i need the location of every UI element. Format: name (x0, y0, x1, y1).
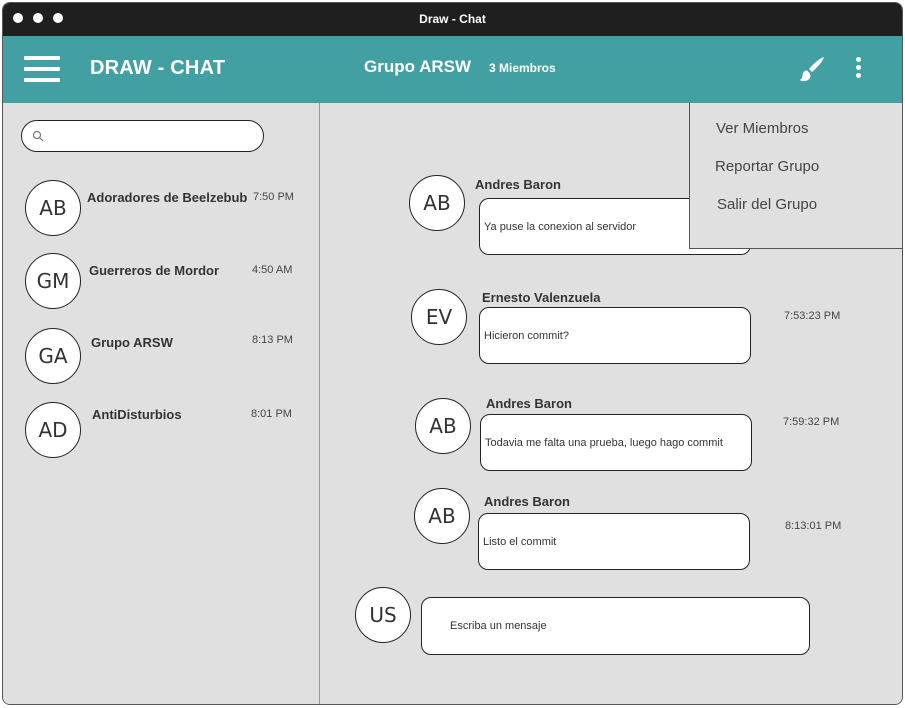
app-title: DRAW - CHAT (90, 57, 226, 79)
message-bubble: Listo el commit (478, 513, 750, 570)
menu-icon[interactable] (24, 56, 60, 82)
group-name[interactable]: Grupo ARSW (364, 57, 471, 77)
message-input[interactable] (450, 616, 790, 636)
message-sender: Andres Baron (475, 177, 561, 192)
message-time: 8:13:01 PM (785, 520, 842, 532)
menu-item-reportar-grupo[interactable]: Reportar Grupo (715, 158, 819, 175)
avatar: GM (25, 253, 81, 309)
conversation-name: Grupo ARSW (91, 335, 173, 350)
app-header: DRAW - CHAT Grupo ARSW 3 Miembros (3, 36, 902, 103)
message-input-box[interactable] (421, 597, 810, 655)
member-count[interactable]: 3 Miembros (489, 61, 556, 75)
menu-item-salir-del-grupo[interactable]: Salir del Grupo (717, 196, 817, 213)
conversation-sidebar: AB Adoradores de Beelzebub 7:50 PM GM Gu… (3, 103, 320, 704)
message-time: 7:53:23 PM (784, 310, 841, 322)
conversation-time: 8:13 PM (252, 334, 293, 346)
message-time: 7:59:32 PM (783, 416, 840, 428)
more-vertical-icon[interactable] (854, 57, 862, 81)
conversation-item[interactable]: AB Adoradores de Beelzebub 7:50 PM (3, 180, 320, 244)
app-window: Draw - Chat DRAW - CHAT Grupo ARSW 3 Mie… (2, 2, 903, 705)
message-bubble: Todavia me falta una prueba, luego hago … (480, 414, 752, 471)
conversation-name: Adoradores de Beelzebub (87, 190, 248, 205)
brush-icon[interactable] (798, 55, 826, 83)
conversation-time: 4:50 AM (252, 264, 293, 276)
group-options-menu: Ver Miembros Reportar Grupo Salir del Gr… (689, 103, 902, 249)
conversation-item[interactable]: AD AntiDisturbios 8:01 PM (3, 402, 320, 466)
search-input[interactable] (50, 126, 255, 146)
conversation-time: 7:50 PM (253, 191, 294, 203)
message-sender: Andres Baron (486, 396, 572, 411)
avatar: US (355, 587, 411, 643)
message-sender: Andres Baron (484, 494, 570, 509)
conversation-name: AntiDisturbios (92, 407, 182, 422)
conversation-name: Guerreros de Mordor (89, 263, 220, 278)
avatar: AD (25, 402, 81, 458)
search-box[interactable] (21, 120, 264, 152)
menu-item-ver-miembros[interactable]: Ver Miembros (716, 120, 809, 137)
search-icon (32, 130, 44, 142)
conversation-time: 8:01 PM (251, 408, 292, 420)
message-bubble: Hicieron commit? (479, 307, 751, 364)
window-title: Draw - Chat (419, 12, 486, 26)
message-sender: Ernesto Valenzuela (482, 290, 601, 305)
title-bar: Draw - Chat (3, 3, 902, 36)
avatar: AB (415, 398, 471, 454)
avatar: GA (25, 328, 81, 384)
conversation-item[interactable]: GA Grupo ARSW 8:13 PM (3, 328, 320, 392)
avatar: AB (414, 488, 470, 544)
avatar: AB (409, 175, 465, 231)
avatar: EV (411, 289, 467, 345)
avatar: AB (25, 180, 81, 236)
conversation-item[interactable]: GM Guerreros de Mordor 4:50 AM (3, 253, 320, 317)
